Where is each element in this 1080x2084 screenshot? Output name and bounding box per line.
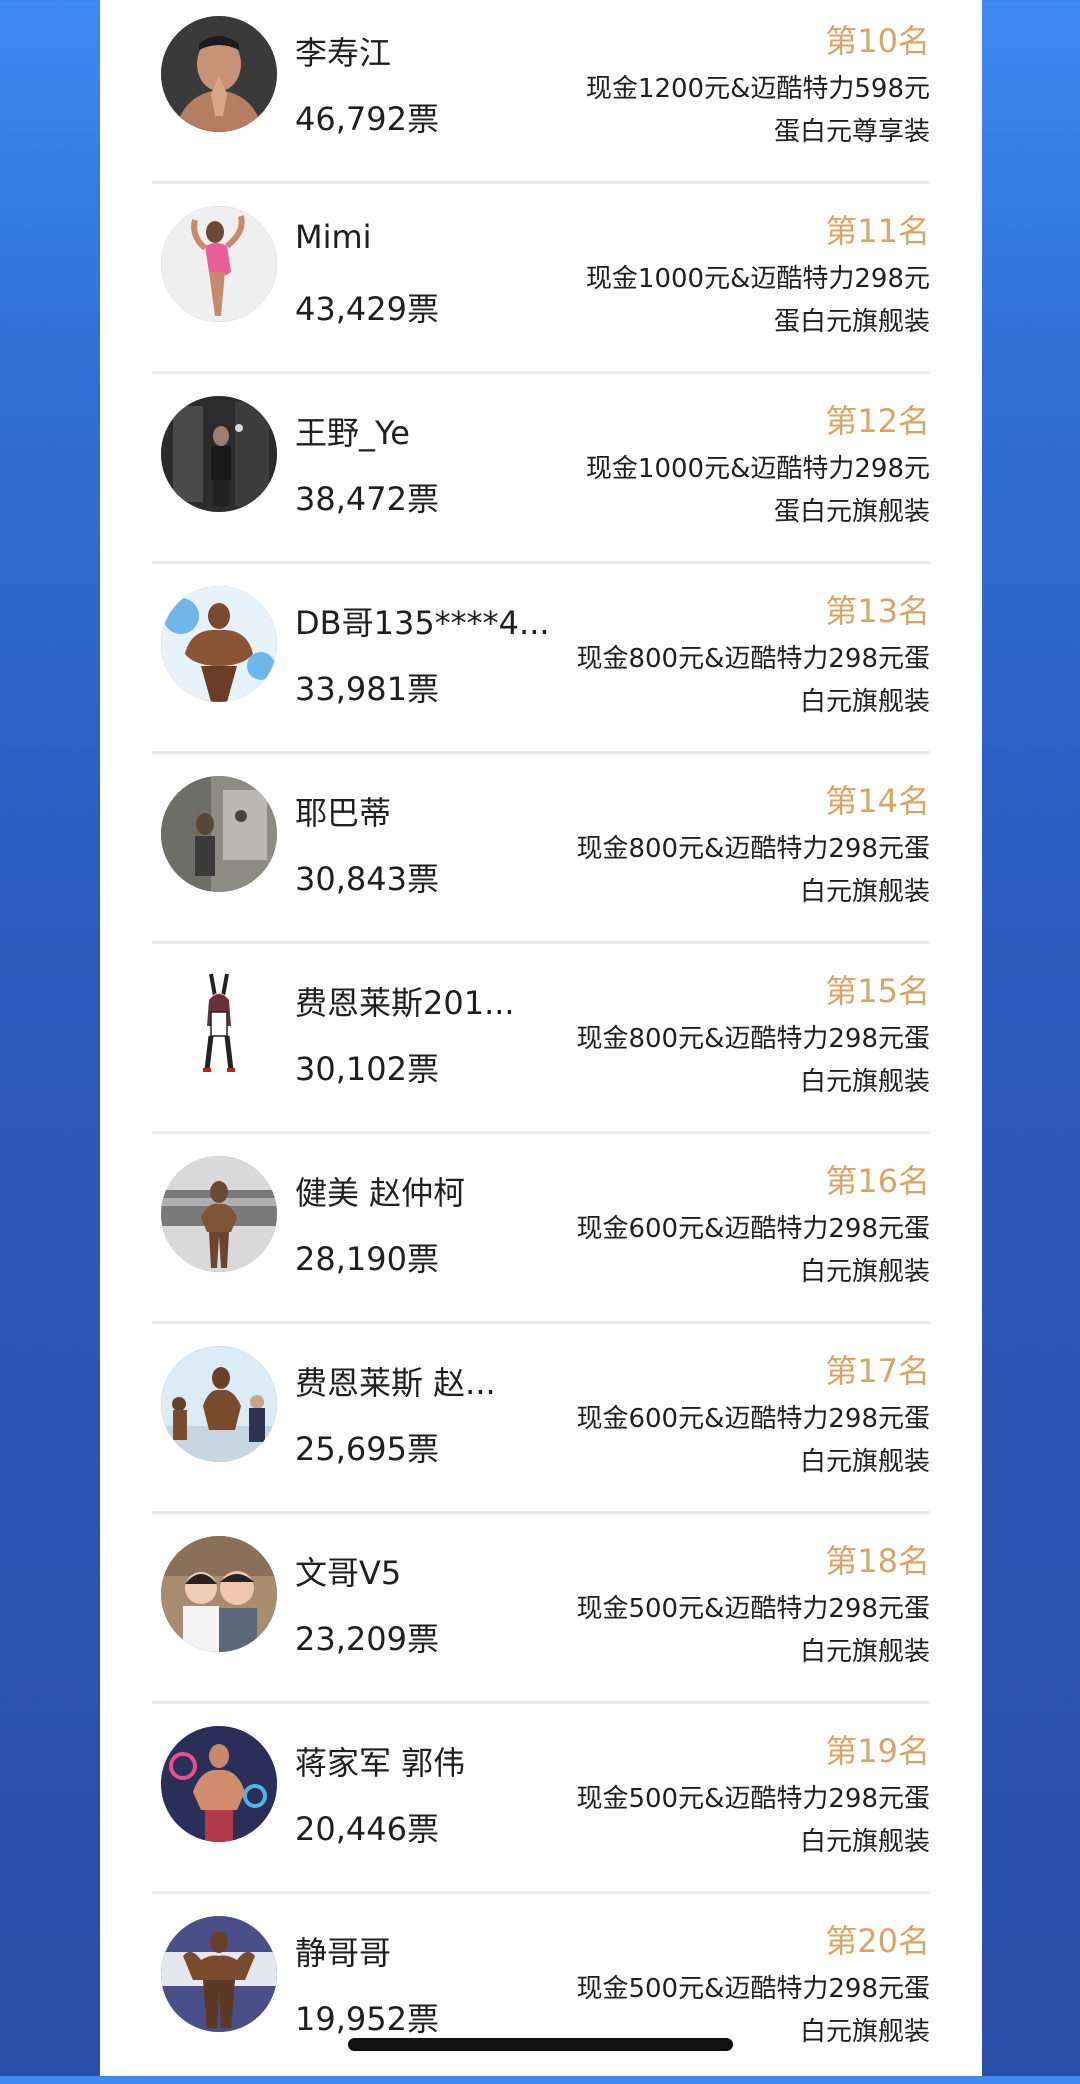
leaderboard-row[interactable]: 耶巴蒂 30,843票 第14名 现金800元&迈酷特力298元蛋白元旗舰装 — [152, 754, 930, 944]
prize-text: 现金800元&迈酷特力298元蛋白元旗舰装 — [576, 1024, 930, 1097]
leaderboard-row[interactable]: 王野_Ye 38,472票 第12名 现金1000元&迈酷特力298元蛋白元旗舰… — [152, 374, 930, 564]
rank-label: 第18名 — [825, 1542, 930, 1580]
participant-name: 李寿江 — [295, 34, 392, 72]
avatar-cartoon-bunny-girl-icon — [161, 966, 277, 1082]
leaderboard-row[interactable]: 李寿江 46,792票 第10名 现金1200元&迈酷特力598元蛋白元尊享装 — [152, 0, 930, 184]
rank-label: 第20名 — [825, 1922, 930, 1960]
vote-count: 20,446票 — [295, 1810, 439, 1848]
avatar-photo-bodybuilder-banner-icon — [161, 1916, 277, 2032]
rank-label: 第14名 — [825, 782, 930, 820]
home-indicator[interactable] — [348, 2038, 733, 2051]
participant-name: DB哥135****4... — [295, 604, 550, 642]
vote-count: 23,209票 — [295, 1620, 439, 1658]
prize-text: 现金500元&迈酷特力298元蛋白元旗舰装 — [576, 1594, 930, 1667]
vote-count: 43,429票 — [295, 290, 439, 328]
participant-name: Mimi — [295, 218, 372, 256]
avatar-photo-two-kids-icon — [161, 1536, 277, 1652]
leaderboard-row[interactable]: 静哥哥 19,952票 第20名 现金500元&迈酷特力298元蛋白元旗舰装 — [152, 1894, 930, 2084]
leaderboard-row[interactable]: Mimi 43,429票 第11名 现金1000元&迈酷特力298元蛋白元旗舰装 — [152, 184, 930, 374]
rank-label: 第17名 — [825, 1352, 930, 1390]
prize-text: 现金800元&迈酷特力298元蛋白元旗舰装 — [576, 644, 930, 717]
participant-name: 耶巴蒂 — [295, 794, 392, 832]
participant-name: 健美 赵仲柯 — [295, 1174, 466, 1212]
vote-count: 28,190票 — [295, 1240, 439, 1278]
prize-text: 现金1200元&迈酷特力598元蛋白元尊享装 — [585, 74, 930, 147]
leaderboard-row[interactable]: 文哥V5 23,209票 第18名 现金500元&迈酷特力298元蛋白元旗舰装 — [152, 1514, 930, 1704]
prize-text: 现金800元&迈酷特力298元蛋白元旗舰装 — [576, 834, 930, 907]
avatar-photo-woman-pink-icon — [161, 206, 277, 322]
leaderboard-row[interactable]: 费恩莱斯 赵... 25,695票 第17名 现金600元&迈酷特力298元蛋白… — [152, 1324, 930, 1514]
avatar-photo-man-praying-icon — [161, 16, 277, 132]
rank-label: 第13名 — [825, 592, 930, 630]
rank-label: 第11名 — [825, 212, 930, 250]
rank-label: 第10名 — [825, 22, 930, 60]
avatar-photo-gym-selfie-icon — [161, 776, 277, 892]
prize-text: 现金600元&迈酷特力298元蛋白元旗舰装 — [576, 1214, 930, 1287]
prize-text: 现金500元&迈酷特力298元蛋白元旗舰装 — [576, 1784, 930, 1857]
leaderboard-row[interactable]: DB哥135****4... 33,981票 第13名 现金800元&迈酷特力2… — [152, 564, 930, 754]
leaderboard-panel: 李寿江 46,792票 第10名 现金1200元&迈酷特力598元蛋白元尊享装 … — [100, 0, 982, 2076]
avatar-photo-posing-group-icon — [161, 1346, 277, 1462]
vote-count: 19,952票 — [295, 2000, 439, 2038]
participant-name: 费恩莱斯201... — [295, 984, 515, 1022]
vote-count: 46,792票 — [295, 100, 439, 138]
avatar-photo-competition-stage-icon — [161, 1156, 277, 1272]
participant-name: 费恩莱斯 赵... — [295, 1364, 496, 1402]
vote-count: 33,981票 — [295, 670, 439, 708]
participant-name: 文哥V5 — [295, 1554, 402, 1592]
rank-label: 第12名 — [825, 402, 930, 440]
rank-label: 第19名 — [825, 1732, 930, 1770]
participant-name: 王野_Ye — [295, 414, 410, 452]
vote-count: 30,102票 — [295, 1050, 439, 1088]
leaderboard-row[interactable]: 蒋家军 郭伟 20,446票 第19名 现金500元&迈酷特力298元蛋白元旗舰… — [152, 1704, 930, 1894]
prize-text: 现金1000元&迈酷特力298元蛋白元旗舰装 — [585, 264, 930, 337]
prize-text: 现金600元&迈酷特力298元蛋白元旗舰装 — [576, 1404, 930, 1477]
vote-count: 38,472票 — [295, 480, 439, 518]
leaderboard-row[interactable]: 健美 赵仲柯 28,190票 第16名 现金600元&迈酷特力298元蛋白元旗舰… — [152, 1134, 930, 1324]
avatar-photo-gym-mirror-icon — [161, 396, 277, 512]
vote-count: 25,695票 — [295, 1430, 439, 1468]
rank-label: 第15名 — [825, 972, 930, 1010]
avatar-photo-bodybuilder-pose-icon — [161, 586, 277, 702]
participant-name: 蒋家军 郭伟 — [295, 1744, 466, 1782]
vote-count: 30,843票 — [295, 860, 439, 898]
avatar-photo-muscle-neon-icon — [161, 1726, 277, 1842]
leaderboard-row[interactable]: 费恩莱斯201... 30,102票 第15名 现金800元&迈酷特力298元蛋… — [152, 944, 930, 1134]
prize-text: 现金1000元&迈酷特力298元蛋白元旗舰装 — [585, 454, 930, 527]
participant-name: 静哥哥 — [295, 1934, 392, 1972]
rank-label: 第16名 — [825, 1162, 930, 1200]
